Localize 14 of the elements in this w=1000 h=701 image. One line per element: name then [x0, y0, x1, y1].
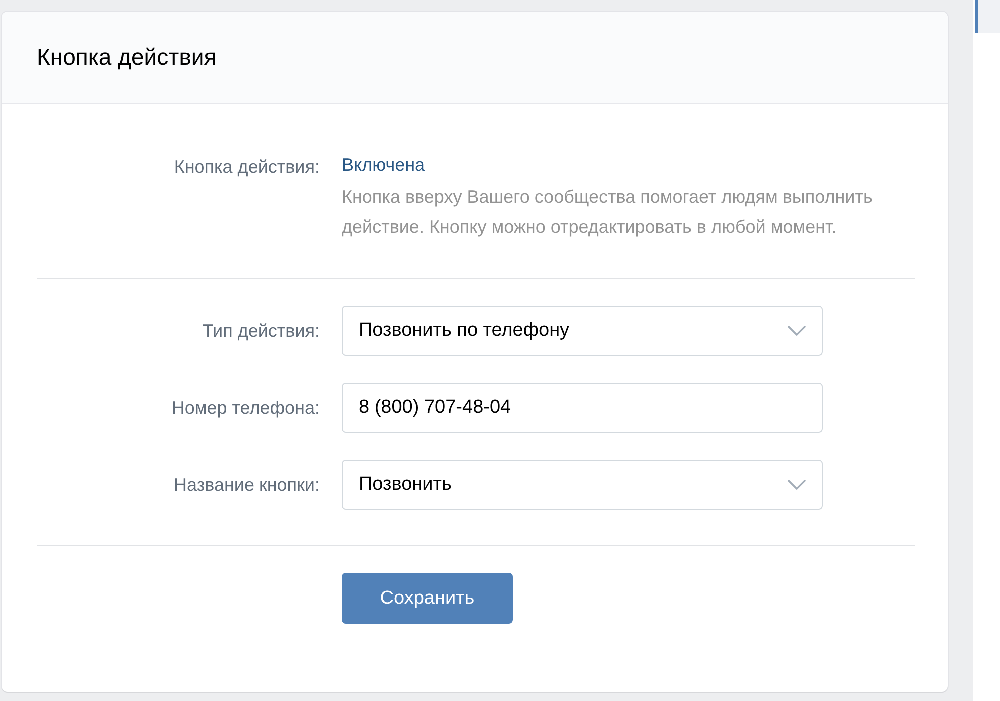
save-button[interactable]: Сохранить	[342, 573, 513, 624]
select-field[interactable]: Позвонить по телефону	[342, 306, 823, 356]
card-title: Кнопка действия	[37, 44, 217, 71]
description-text: Кнопка вверху Вашего сообщества помогает людям выполнить действие. Кнопку можно отредактировать в любой момент.	[342, 186, 874, 239]
field-label: Тип действия:	[202, 320, 320, 342]
phone-input[interactable]: 8 (800) 707-48-04	[342, 383, 823, 433]
field-label: Номер телефона:	[170, 398, 320, 418]
field-label: Название кнопки:	[173, 474, 320, 496]
status-value: Включена	[342, 155, 426, 176]
chevron-down-icon	[788, 326, 806, 336]
chevron-down-icon	[788, 480, 806, 490]
field-label: Кнопка действия:	[173, 156, 320, 179]
sidebar-item[interactable]	[975, 0, 1000, 33]
select-field[interactable]: Позвонить	[342, 460, 823, 510]
